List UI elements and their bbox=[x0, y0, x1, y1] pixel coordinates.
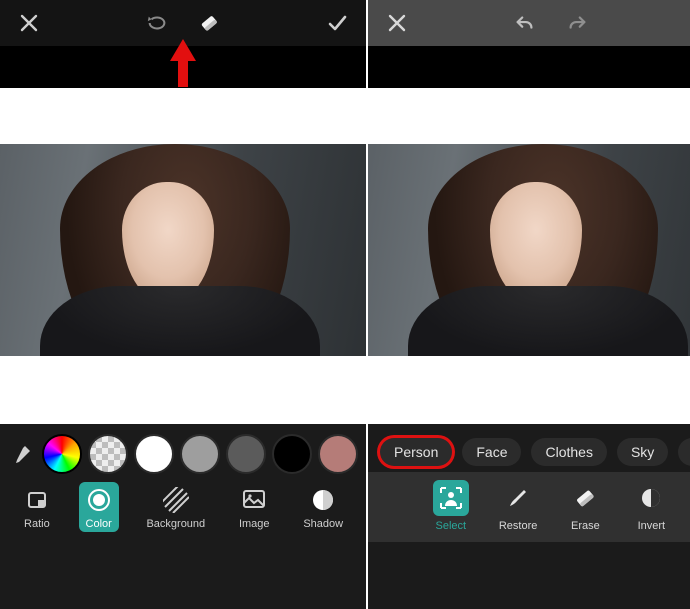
swatch-white[interactable] bbox=[134, 434, 174, 474]
swatch-darkgrey[interactable] bbox=[226, 434, 266, 474]
screen-right: Person Face Clothes Sky He Select bbox=[368, 0, 690, 609]
eraser-icon[interactable] bbox=[198, 12, 220, 34]
canvas-pad-top bbox=[368, 88, 690, 144]
bottom-tabs-left: Ratio Color Background bbox=[0, 480, 366, 540]
ratio-icon bbox=[23, 486, 51, 514]
shadow-icon bbox=[309, 486, 337, 514]
canvas-pad-top bbox=[0, 88, 366, 144]
screen-left: Ratio Color Background bbox=[0, 0, 368, 609]
color-swatch-row bbox=[0, 424, 366, 480]
tab-background-label: Background bbox=[146, 518, 205, 530]
canvas-pad-bottom bbox=[368, 356, 690, 424]
close-icon[interactable] bbox=[386, 12, 408, 34]
eyedropper-icon[interactable] bbox=[8, 440, 36, 468]
tab-color[interactable]: Color bbox=[79, 482, 119, 532]
tool-restore-label: Restore bbox=[499, 520, 538, 532]
swatch-rainbow[interactable] bbox=[42, 434, 82, 474]
tab-background[interactable]: Background bbox=[140, 482, 211, 532]
select-person-icon bbox=[433, 480, 469, 516]
tool-erase[interactable]: Erase bbox=[567, 480, 603, 532]
topbar-right bbox=[368, 0, 690, 46]
chip-he[interactable]: He bbox=[678, 438, 690, 466]
invert-icon bbox=[633, 480, 669, 516]
tab-ratio-label: Ratio bbox=[24, 518, 50, 530]
close-icon[interactable] bbox=[18, 12, 40, 34]
tab-image[interactable]: Image bbox=[233, 482, 276, 532]
spacer bbox=[0, 46, 366, 88]
redo-icon[interactable] bbox=[566, 12, 588, 34]
spacer bbox=[368, 46, 690, 88]
tool-select-label: Select bbox=[436, 520, 467, 532]
tool-restore[interactable]: Restore bbox=[499, 480, 538, 532]
chip-person[interactable]: Person bbox=[380, 438, 452, 466]
image-icon bbox=[240, 486, 268, 514]
tool-invert-label: Invert bbox=[638, 520, 666, 532]
undo-icon[interactable] bbox=[514, 12, 536, 34]
tab-image-label: Image bbox=[239, 518, 270, 530]
tab-shadow[interactable]: Shadow bbox=[297, 482, 349, 532]
bottom-tools-right: Select Restore Erase Invert bbox=[368, 472, 690, 542]
redo-loop-icon[interactable] bbox=[146, 12, 168, 34]
tool-invert[interactable]: Invert bbox=[633, 480, 669, 532]
tab-shadow-label: Shadow bbox=[303, 518, 343, 530]
chip-clothes[interactable]: Clothes bbox=[531, 438, 606, 466]
photo-canvas[interactable] bbox=[368, 144, 690, 356]
eraser-icon bbox=[567, 480, 603, 516]
swatch-mauve[interactable] bbox=[318, 434, 358, 474]
selection-chips: Person Face Clothes Sky He bbox=[368, 424, 690, 472]
tab-color-label: Color bbox=[86, 518, 112, 530]
swatch-black[interactable] bbox=[272, 434, 312, 474]
photo-canvas[interactable] bbox=[0, 144, 366, 356]
confirm-check-icon[interactable] bbox=[326, 12, 348, 34]
tool-erase-label: Erase bbox=[571, 520, 600, 532]
canvas-pad-bottom bbox=[0, 356, 366, 424]
chip-face[interactable]: Face bbox=[462, 438, 521, 466]
bottom-panel-left: Ratio Color Background bbox=[0, 424, 366, 609]
swatch-grey[interactable] bbox=[180, 434, 220, 474]
brush-icon bbox=[500, 480, 536, 516]
chip-sky[interactable]: Sky bbox=[617, 438, 668, 466]
tab-ratio[interactable]: Ratio bbox=[17, 482, 57, 532]
topbar-left bbox=[0, 0, 366, 46]
background-icon bbox=[162, 486, 190, 514]
color-icon bbox=[85, 486, 113, 514]
bottom-panel-right: Person Face Clothes Sky He Select bbox=[368, 424, 690, 609]
swatch-transparent[interactable] bbox=[88, 434, 128, 474]
tool-select[interactable]: Select bbox=[433, 480, 469, 532]
